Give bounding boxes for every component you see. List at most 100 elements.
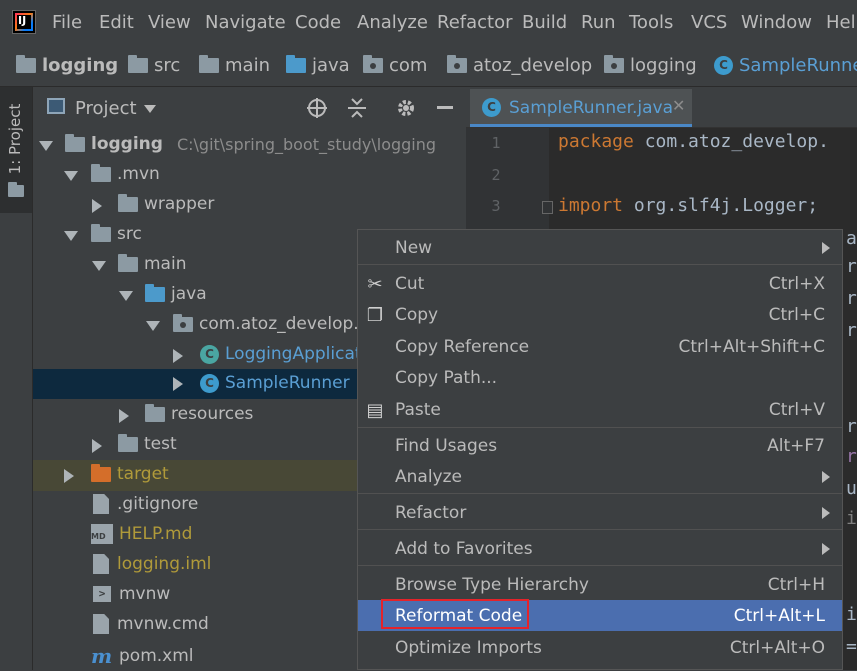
menu-analyze[interactable]: Analyze xyxy=(357,12,428,33)
breadcrumb-item-java[interactable]: java xyxy=(286,55,350,76)
menu-separator xyxy=(358,427,842,428)
menu-item-add-to-favorites[interactable]: Add to Favorites xyxy=(358,534,842,564)
menu-item-shortcut: Ctrl+X xyxy=(768,274,825,294)
expand-arrow-icon[interactable] xyxy=(64,231,78,241)
breadcrumb: logging src main java com atoz_develop l… xyxy=(0,46,857,125)
menu-item-optimize-imports[interactable]: Optimize Imports Ctrl+Alt+O xyxy=(358,633,842,663)
module-folder-icon xyxy=(16,55,36,73)
menu-item-label: Paste xyxy=(395,400,441,420)
active-tab-underline xyxy=(470,124,692,127)
maven-icon: m xyxy=(91,644,113,668)
tree-label: main xyxy=(144,254,187,274)
annotation-highlight-box xyxy=(381,599,529,629)
project-panel-header: Project xyxy=(33,87,465,130)
breadcrumb-item-com[interactable]: com xyxy=(363,55,427,76)
close-tab-icon[interactable]: ✕ xyxy=(672,96,685,115)
tree-label: logging.iml xyxy=(117,554,212,574)
code-fragment: r xyxy=(846,446,857,467)
menu-code[interactable]: Code xyxy=(295,12,341,33)
shell-script-icon: > xyxy=(93,586,111,602)
expand-arrow-icon[interactable] xyxy=(146,321,160,331)
menu-edit[interactable]: Edit xyxy=(99,12,134,33)
folder-icon xyxy=(199,55,219,73)
locate-crosshair-icon[interactable] xyxy=(306,97,328,119)
menu-navigate[interactable]: Navigate xyxy=(205,12,286,33)
editor-tab-title: SampleRunner.java xyxy=(509,98,674,118)
expand-arrow-icon[interactable] xyxy=(173,349,183,363)
menu-build[interactable]: Build xyxy=(522,12,567,33)
menu-item-copy-path[interactable]: Copy Path... xyxy=(358,363,842,393)
menu-run[interactable]: Run xyxy=(581,12,616,33)
menu-item-cut[interactable]: ✂ Cut Ctrl+X xyxy=(358,269,842,299)
menu-item-analyze[interactable]: Analyze xyxy=(358,462,842,492)
expand-arrow-icon[interactable] xyxy=(64,171,78,181)
fold-marker-icon[interactable] xyxy=(542,201,553,214)
iml-file-icon xyxy=(93,554,109,574)
menu-file[interactable]: File xyxy=(52,12,82,33)
menu-window[interactable]: Window xyxy=(741,12,812,33)
project-view-title[interactable]: Project xyxy=(75,98,137,119)
menu-item-new[interactable]: New xyxy=(358,233,842,263)
breadcrumb-item-logging-package[interactable]: logging xyxy=(604,55,697,76)
line-number: 1 xyxy=(491,134,501,152)
menu-separator xyxy=(358,565,842,566)
collapse-all-icon[interactable] xyxy=(346,97,368,119)
menu-item-copy[interactable]: ❐ Copy Ctrl+C xyxy=(358,300,842,330)
tree-label: java xyxy=(171,284,207,304)
module-path-label: C:\git\spring_boot_study\logging xyxy=(176,134,437,154)
menu-item-browse-type-hierarchy[interactable]: Browse Type Hierarchy Ctrl+H xyxy=(358,570,842,600)
code-line-1: package com.atoz_develop. xyxy=(558,131,829,152)
expand-arrow-icon[interactable] xyxy=(92,261,106,271)
tree-label: target xyxy=(117,464,169,484)
menu-item-label: Copy Reference xyxy=(395,337,530,357)
breadcrumb-item-src[interactable]: src xyxy=(128,55,180,76)
menu-view[interactable]: View xyxy=(148,12,191,33)
folder-icon xyxy=(91,163,111,182)
menu-item-refactor[interactable]: Refactor xyxy=(358,498,842,528)
menu-item-label: Cut xyxy=(395,274,425,294)
expand-arrow-icon[interactable] xyxy=(173,377,183,391)
menu-item-find-usages[interactable]: Find Usages Alt+F7 xyxy=(358,431,842,461)
menu-refactor[interactable]: Refactor xyxy=(437,12,513,33)
menu-item-copy-reference[interactable]: Copy Reference Ctrl+Alt+Shift+C xyxy=(358,332,842,362)
package-icon xyxy=(363,55,383,73)
menu-tools[interactable]: Tools xyxy=(629,12,673,33)
expand-arrow-icon[interactable] xyxy=(92,439,102,453)
submenu-arrow-icon xyxy=(822,507,830,519)
minimize-icon[interactable] xyxy=(437,106,453,109)
editor-tab-samplerunner[interactable]: C SampleRunner.java ✕ xyxy=(470,89,692,127)
tree-node-logging[interactable]: logging C:\git\spring_boot_study\logging xyxy=(33,131,465,161)
breadcrumb-item-atoz-develop[interactable]: atoz_develop xyxy=(447,55,592,76)
source-folder-icon xyxy=(145,283,165,302)
menu-item-paste[interactable]: ▤ Paste Ctrl+V xyxy=(358,395,842,425)
submenu-arrow-icon xyxy=(822,471,830,483)
menu-item-label: Copy xyxy=(395,305,439,325)
expand-arrow-icon[interactable] xyxy=(64,469,74,483)
menu-item-label: New xyxy=(395,238,433,258)
expand-arrow-icon[interactable] xyxy=(119,409,129,423)
expand-arrow-icon[interactable] xyxy=(119,291,133,301)
tree-node-mvn[interactable]: .mvn xyxy=(33,161,465,191)
menu-help[interactable]: Help xyxy=(826,12,857,33)
menu-vcs[interactable]: VCS xyxy=(691,12,727,33)
breadcrumb-item-samplerunner[interactable]: CSampleRunner xyxy=(714,55,857,76)
breadcrumb-item-main[interactable]: main xyxy=(199,55,270,76)
class-icon: C xyxy=(714,56,733,75)
breadcrumb-item-logging[interactable]: logging xyxy=(16,55,118,76)
line-number: 2 xyxy=(491,166,501,184)
expand-arrow-icon[interactable] xyxy=(39,141,53,151)
expand-arrow-icon[interactable] xyxy=(92,199,102,213)
tree-label: .gitignore xyxy=(117,494,199,514)
gear-icon[interactable] xyxy=(395,97,417,119)
tree-node-wrapper[interactable]: wrapper xyxy=(33,191,465,221)
tree-label: wrapper xyxy=(144,194,215,214)
code-fragment: i xyxy=(846,604,857,625)
tree-label: pom.xml xyxy=(119,646,194,666)
package-icon xyxy=(604,55,624,73)
class-icon: C xyxy=(482,98,501,117)
menu-item-label: Optimize Imports xyxy=(395,638,542,658)
menu-item-shortcut: Ctrl+Alt+L xyxy=(733,605,825,626)
copy-icon: ❐ xyxy=(366,304,384,326)
menu-item-label: Browse Type Hierarchy xyxy=(395,575,589,595)
view-dropdown-chevron-icon[interactable] xyxy=(144,105,156,113)
